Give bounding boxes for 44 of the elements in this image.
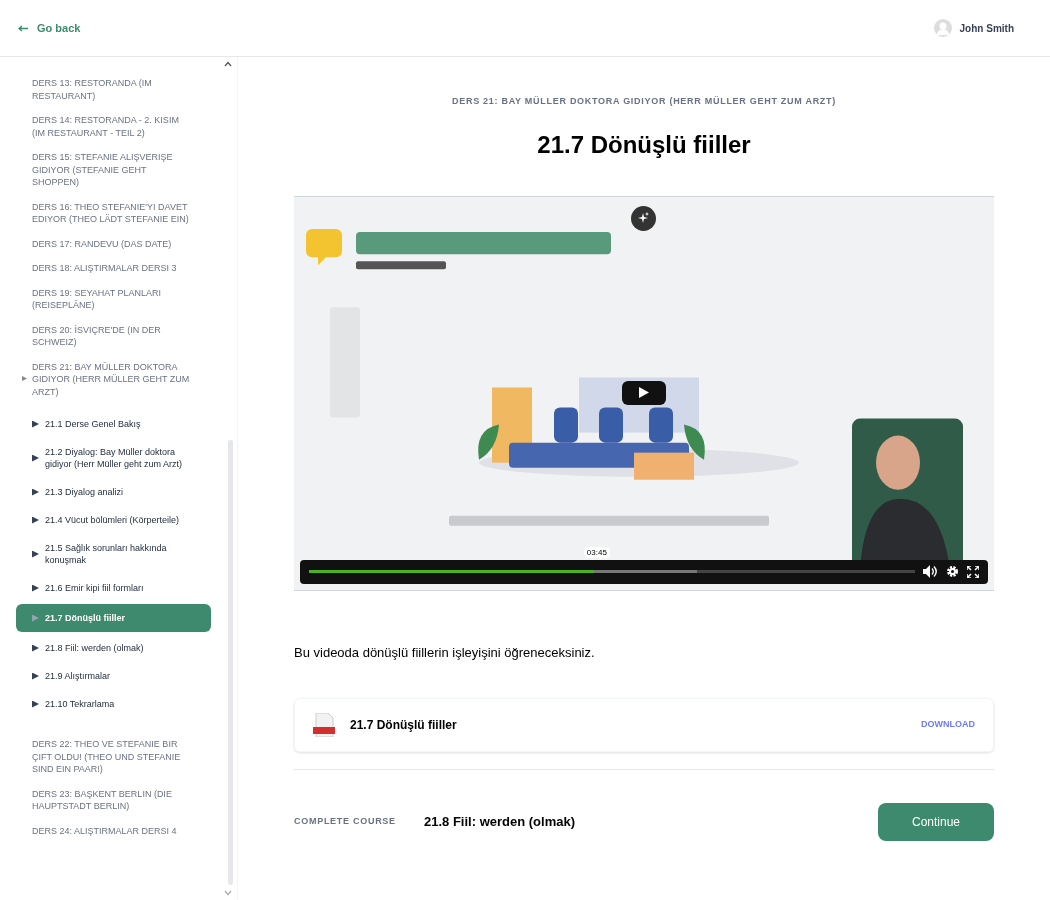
sublesson-item[interactable]: 21.8 Fiil: werden (olmak) <box>16 634 211 662</box>
settings-icon[interactable] <box>946 565 959 578</box>
sublesson-item[interactable]: 21.2 Diyalog: Bay Müller doktora gidiyor (Herr Müller geht zum Arzt) <box>16 438 211 478</box>
sublesson-item[interactable]: 21.6 Emir kipi fiil formları <box>16 574 211 602</box>
course-title: DERS 21: BAY MÜLLER DOKTORA GIDIYOR (HERR MÜLLER GEHT ZUM ARZT) <box>451 95 836 108</box>
scrollbar-thumb[interactable] <box>228 440 233 885</box>
lesson-description: Bu videoda dönüşlü fiillerin işleyişini öğreneceksiniz. <box>294 643 595 662</box>
sublesson-item[interactable]: 21.9 Alıştırmalar <box>16 662 211 690</box>
lesson-link[interactable]: DERS 17: RANDEVU (DAS DATE) <box>32 237 190 250</box>
lesson-link[interactable]: DERS 16: THEO STEFANIE'YI DAVET EDIYOR (THEO LÄDT STEFANIE EIN) <box>32 200 190 226</box>
play-icon <box>639 387 649 398</box>
back-link[interactable]: Go back <box>18 19 81 37</box>
volume-icon[interactable] <box>923 565 938 578</box>
lesson-title: 21.7 Dönüşlü fiiller <box>537 129 751 160</box>
next-lesson-title: 21.8 Fiil: werden (olmak) <box>424 813 576 832</box>
lesson-link[interactable]: DERS 22: THEO VE STEFANIE BIR ÇIFT OLDU! (THEO UND STEFANIE SIND EIN PAAR!) <box>32 738 190 776</box>
lesson-link[interactable]: DERS 24: ALIŞTIRMALAR DERSI 4 <box>32 824 190 837</box>
user-name[interactable]: John Smith <box>959 20 1014 36</box>
time-tooltip: 03:45 <box>583 546 610 558</box>
complete-course-label: COMPLETE COURSE <box>294 815 397 829</box>
attachment-name: 21.7 Dönüşlü fiiller <box>350 717 458 734</box>
fullscreen-icon[interactable] <box>967 565 979 578</box>
sublesson-item[interactable]: 21.1 Derse Genel Bakış <box>16 410 211 438</box>
play-button[interactable] <box>622 380 666 405</box>
lesson-link[interactable]: DERS 18: ALIŞTIRMALAR DERSI 3 <box>32 262 190 275</box>
sublesson-item[interactable]: 21.5 Sağlık sorunları hakkında konuşmak <box>16 534 211 574</box>
lesson-link[interactable]: DERS 15: STEFANIE ALIŞVERIŞE GIDIYOR (STEFANIE GEHT SHOPPEN) <box>32 151 190 189</box>
sublesson-item[interactable]: 21.3 Diyalog analizi <box>16 478 211 506</box>
sublesson-item[interactable]: 21.7 Dönüşlü fiiller <box>16 604 211 632</box>
continue-button[interactable]: Continue <box>878 803 994 841</box>
lesson-link[interactable]: DERS 19: SEYAHAT PLANLARI (REISEPLÄNE) <box>32 286 190 312</box>
sublesson-item[interactable]: 21.4 Vücut bölümleri (Körperteile) <box>16 506 211 534</box>
progress-track[interactable] <box>309 570 915 573</box>
lesson-link[interactable]: DERS 13: RESTORANDA (IM RESTAURANT) <box>32 77 190 102</box>
sublesson-item[interactable]: 21.10 Tekrarlama <box>16 690 211 718</box>
lesson-link[interactable]: DERS 23: BAŞKENT BERLIN (DIE HAUPTSTADT BERLIN) <box>32 787 190 813</box>
scroll-up-icon[interactable] <box>224 61 232 67</box>
download-link[interactable]: DOWNLOAD <box>921 718 975 732</box>
lesson-link[interactable]: DERS 21: BAY MÜLLER DOKTORA GIDIYOR (HERR MÜLLER GEHT ZUM ARZT) <box>32 360 190 398</box>
expand-icon[interactable] <box>22 375 27 381</box>
back-arrow-icon <box>18 24 29 32</box>
lesson-link[interactable]: DERS 20: İSVIÇRE'DE (IN DER SCHWEIZ) <box>32 323 190 349</box>
pdf-icon <box>313 713 335 737</box>
lesson-link[interactable]: DERS 14: RESTORANDA - 2. KISIM (IM RESTAURANT - TEIL 2) <box>32 114 190 139</box>
